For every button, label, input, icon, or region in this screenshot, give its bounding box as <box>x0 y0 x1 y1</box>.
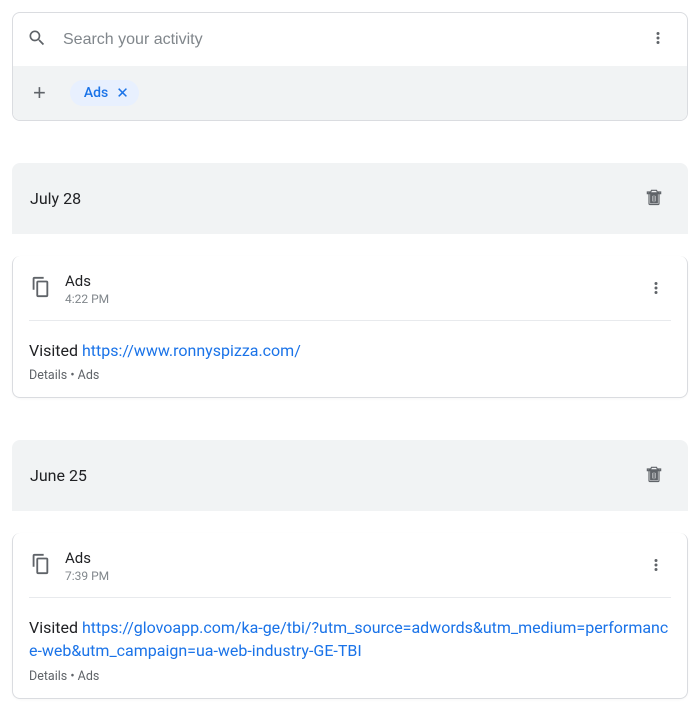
chip-label: Ads <box>84 85 108 101</box>
trash-icon <box>644 187 664 210</box>
close-icon[interactable]: ✕ <box>116 86 129 101</box>
more-vert-icon <box>649 29 667 50</box>
search-row <box>13 13 687 66</box>
activity-card: Ads 4:22 PM Visited https://www.ronnyspi… <box>12 256 688 398</box>
card-head-text: Ads 4:22 PM <box>65 272 627 306</box>
card-body: Visited https://glovoapp.com/ka-ge/tbi/?… <box>13 598 687 697</box>
card-head-text: Ads 7:39 PM <box>65 549 627 583</box>
visited-url-link[interactable]: https://glovoapp.com/ka-ge/tbi/?utm_sour… <box>29 618 668 660</box>
activity-menu-button[interactable] <box>641 550 671 583</box>
search-icon <box>27 28 47 52</box>
activity-meta: Details • Ads <box>29 669 671 684</box>
more-vert-icon <box>647 556 665 577</box>
activity-time: 7:39 PM <box>65 569 627 583</box>
visited-prefix: Visited <box>29 341 82 360</box>
date-header: June 25 <box>12 440 688 511</box>
delete-day-button[interactable] <box>638 181 670 216</box>
ads-icon <box>29 276 51 302</box>
search-card: + Ads ✕ <box>12 12 688 121</box>
delete-day-button[interactable] <box>638 458 670 493</box>
card-head: Ads 7:39 PM <box>13 533 687 597</box>
search-menu-button[interactable] <box>643 23 673 56</box>
visited-line: Visited https://glovoapp.com/ka-ge/tbi/?… <box>29 616 671 662</box>
activity-time: 4:22 PM <box>65 292 627 306</box>
app-name: Ads <box>65 549 627 567</box>
more-vert-icon <box>647 279 665 300</box>
activity-meta: Details • Ads <box>29 368 671 383</box>
visited-url-link[interactable]: https://www.ronnyspizza.com/ <box>82 341 301 360</box>
trash-icon <box>644 464 664 487</box>
card-body: Visited https://www.ronnyspizza.com/ Det… <box>13 321 687 397</box>
card-head: Ads 4:22 PM <box>13 256 687 320</box>
date-header: July 28 <box>12 163 688 234</box>
activity-menu-button[interactable] <box>641 273 671 306</box>
add-filter-button[interactable]: + <box>27 76 52 110</box>
date-label: June 25 <box>30 466 87 485</box>
plus-icon: + <box>33 82 46 104</box>
filter-chip-ads[interactable]: Ads ✕ <box>70 80 139 106</box>
visited-line: Visited https://www.ronnyspizza.com/ <box>29 339 671 362</box>
activity-card: Ads 7:39 PM Visited https://glovoapp.com… <box>12 533 688 698</box>
date-label: July 28 <box>30 189 81 208</box>
app-name: Ads <box>65 272 627 290</box>
visited-prefix: Visited <box>29 618 82 637</box>
ads-icon <box>29 553 51 579</box>
filter-row: + Ads ✕ <box>13 66 687 120</box>
search-input[interactable] <box>63 31 627 49</box>
